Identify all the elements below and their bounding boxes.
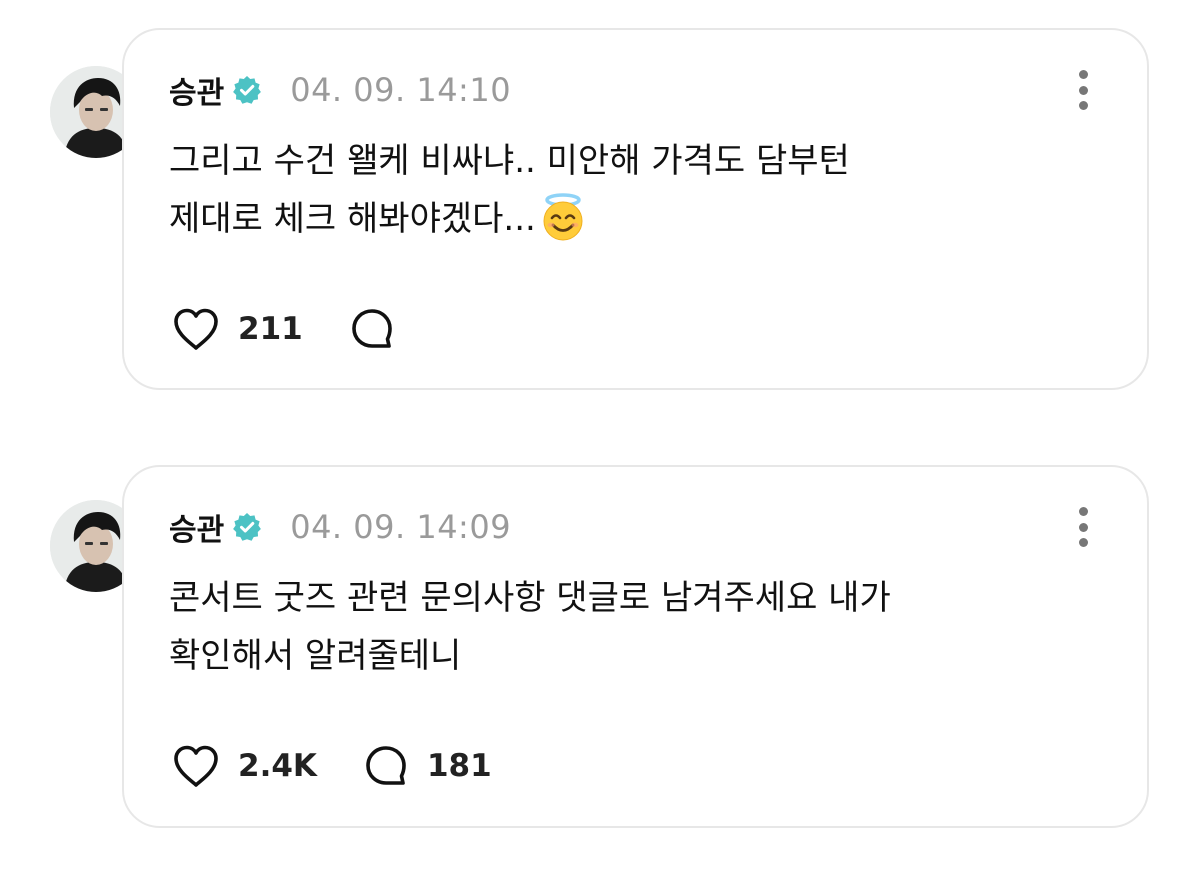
post-header: 승관 04. 09. 14:09 bbox=[169, 505, 512, 549]
reply-bubble-icon bbox=[366, 746, 406, 785]
post-text-line-content: 제대로 체크 해봐야겠다... bbox=[169, 199, 536, 239]
post-timestamp: 04. 09. 14:10 bbox=[290, 71, 512, 109]
post-text: 그리고 수건 왤케 비싸냐.. 미안해 가격도 담부턴 제대로 체크 해봐야겠다… bbox=[169, 132, 1089, 248]
like-count: 2.4K bbox=[238, 748, 317, 784]
post-actions: 2.4K 181 bbox=[172, 743, 538, 789]
reply-bubble-icon bbox=[351, 309, 392, 348]
post-text-line: 그리고 수건 왤케 비싸냐.. 미안해 가격도 담부턴 bbox=[169, 141, 850, 181]
heart-icon bbox=[174, 745, 218, 787]
username[interactable]: 승관 bbox=[169, 505, 224, 549]
post-text: 콘서트 굿즈 관련 문의사항 댓글로 남겨주세요 내가 확인해서 알려줄테니 bbox=[169, 569, 1089, 685]
smiling-face-with-halo-emoji-icon bbox=[538, 192, 588, 242]
reply-count: 181 bbox=[426, 748, 492, 784]
post-header: 승관 04. 09. 14:10 bbox=[169, 68, 512, 112]
post-text-line-2: 제대로 체크 해봐야겠다... bbox=[169, 190, 1089, 248]
post-actions: 211 bbox=[172, 306, 459, 352]
verified-badge-icon bbox=[232, 512, 262, 542]
like-count: 211 bbox=[238, 311, 303, 347]
post-card[interactable]: 승관 04. 09. 14:10 그리고 수건 왤케 비싸냐.. 미안해 가격도… bbox=[122, 28, 1149, 390]
verified-badge-icon bbox=[232, 75, 262, 105]
post-text-line: 콘서트 굿즈 관련 문의사항 댓글로 남겨주세요 내가 bbox=[169, 578, 891, 618]
reply-button[interactable]: 181 bbox=[363, 743, 492, 789]
username[interactable]: 승관 bbox=[169, 68, 224, 112]
more-vertical-icon[interactable] bbox=[1077, 70, 1089, 110]
post-card[interactable]: 승관 04. 09. 14:09 콘서트 굿즈 관련 문의사항 댓글로 남겨주세… bbox=[122, 465, 1149, 828]
post-text-line: 확인해서 알려줄테니 bbox=[169, 636, 462, 676]
like-button[interactable]: 211 bbox=[172, 307, 303, 351]
more-vertical-icon[interactable] bbox=[1077, 507, 1089, 547]
heart-icon bbox=[174, 308, 218, 350]
reply-button[interactable] bbox=[349, 306, 413, 352]
like-button[interactable]: 2.4K bbox=[172, 744, 317, 788]
post-timestamp: 04. 09. 14:09 bbox=[290, 508, 512, 546]
